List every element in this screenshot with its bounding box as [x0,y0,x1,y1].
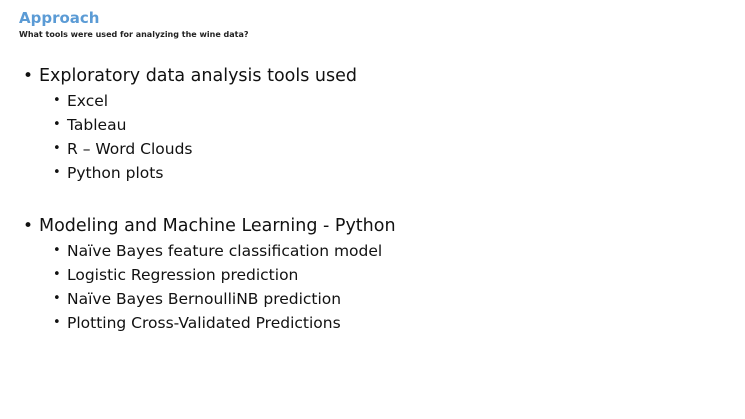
section-heading-text: Exploratory data analysis tools used [39,66,357,86]
section-exploratory: • Exploratory data analysis tools used •… [23,65,357,185]
bullet-icon: • [53,93,61,108]
list-item-text: Excel [67,92,109,110]
bullet-icon: • [53,141,61,156]
bullet-icon: • [53,267,61,282]
sub-bullet-list: • Excel • Tableau • R – Word Clouds • Py… [23,89,357,185]
bullet-icon: • [23,216,34,236]
slide: Approach What tools were used for analyz… [0,0,745,419]
sub-bullet-list: • Naïve Bayes feature classification mod… [23,239,396,335]
list-item: • Tableau [23,113,357,137]
list-item-text: Python plots [67,164,164,182]
bullet-icon: • [53,291,61,306]
list-item: • R – Word Clouds [23,137,357,161]
list-item-text: Logistic Regression prediction [67,266,299,284]
list-item: • Python plots [23,161,357,185]
list-item: • Logistic Regression prediction [23,263,396,287]
list-item-text: R – Word Clouds [67,140,193,158]
list-item-text: Naïve Bayes BernoulliNB prediction [67,290,342,308]
list-item-text: Naïve Bayes feature classification model [67,242,383,260]
list-item-text: Plotting Cross-Validated Predictions [67,314,341,332]
section-heading: • Modeling and Machine Learning - Python [23,215,396,237]
slide-subtitle: What tools were used for analyzing the w… [19,30,249,39]
list-item-text: Tableau [67,116,127,134]
list-item: • Naïve Bayes BernoulliNB prediction [23,287,396,311]
list-item: • Naïve Bayes feature classification mod… [23,239,396,263]
section-modeling: • Modeling and Machine Learning - Python… [23,215,396,335]
section-heading: • Exploratory data analysis tools used [23,65,357,87]
bullet-icon: • [53,117,61,132]
bullet-icon: • [53,315,61,330]
slide-title: Approach [19,9,100,27]
bullet-icon: • [23,66,34,86]
bullet-icon: • [53,243,61,258]
list-item: • Excel [23,89,357,113]
section-heading-text: Modeling and Machine Learning - Python [39,216,396,236]
list-item: • Plotting Cross-Validated Predictions [23,311,396,335]
bullet-icon: • [53,165,61,180]
